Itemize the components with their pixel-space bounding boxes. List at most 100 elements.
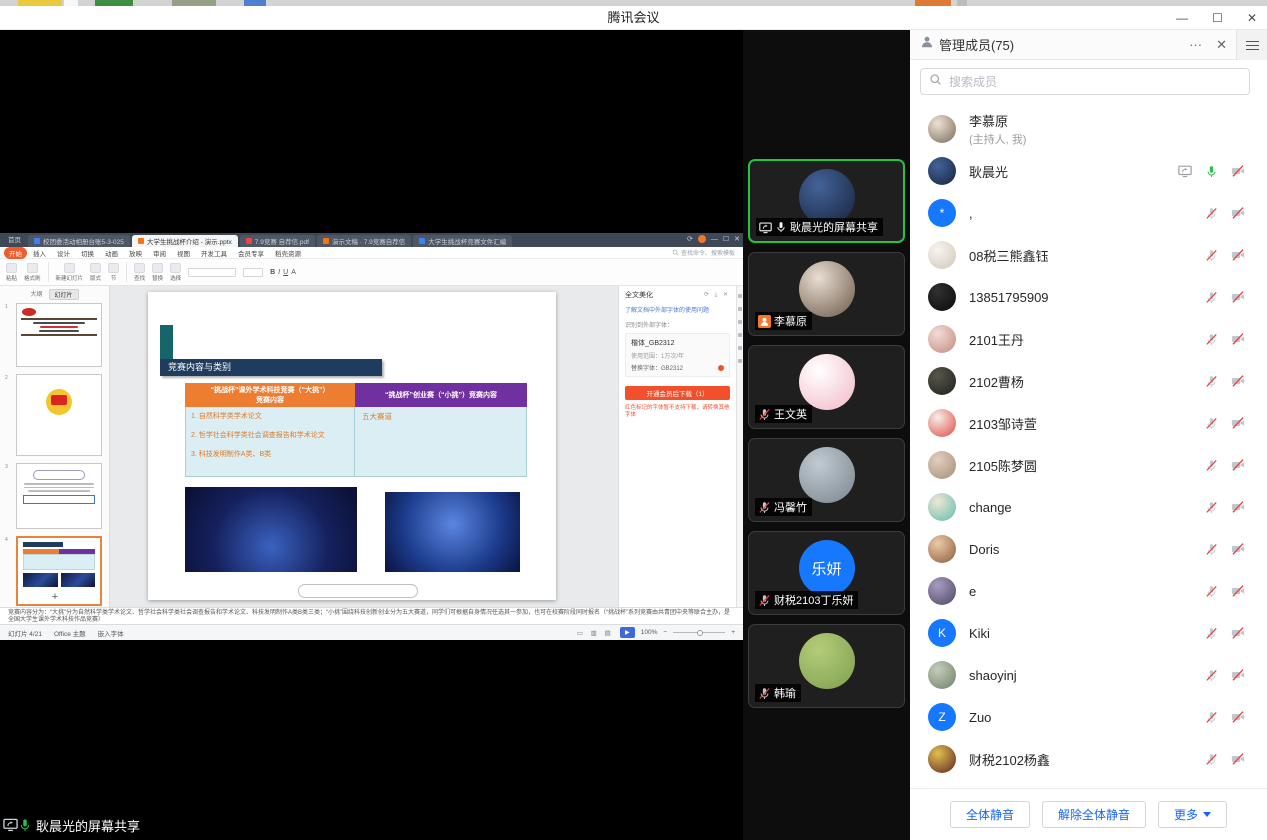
maximize-icon[interactable]: ☐ [1212,12,1223,24]
mic-muted-icon[interactable] [1205,585,1218,598]
member-row[interactable]: *, [910,192,1267,234]
toolbar-group[interactable]: 选择 [170,263,181,282]
mic-muted-icon[interactable] [1205,627,1218,640]
toolbar-group[interactable]: 粘贴 [6,263,17,282]
member-row[interactable]: shaoyinj [910,654,1267,696]
format-button[interactable]: A [291,269,296,276]
wps-doc-tab[interactable]: 校团委活动相册台账5-3-025 [28,235,130,247]
wps-close-icon[interactable]: ✕ [734,235,740,243]
member-row[interactable]: 08税三熊鑫钰 [910,234,1267,276]
search-input[interactable] [947,74,1241,90]
slideshow-play-button[interactable]: ▶ [620,627,635,638]
member-row[interactable]: ZZuo [910,696,1267,738]
mic-on-icon[interactable] [1205,165,1218,178]
wps-home-tab[interactable]: 首页 [3,234,28,247]
mic-muted-icon[interactable] [1205,249,1218,262]
zoom-in-icon[interactable]: + [731,629,735,636]
close-panel-icon[interactable]: ✕ [1216,37,1227,53]
wps-doc-tab[interactable]: 大学生挑战杯竞赛文件汇编 [413,235,512,247]
format-button[interactable]: I [278,269,280,276]
member-row[interactable]: e [910,570,1267,612]
zoom-slider[interactable] [673,632,725,633]
mic-muted-icon[interactable] [1205,417,1218,430]
wps-sync-icon[interactable]: ⟳ [687,235,693,243]
video-tile[interactable]: 乐妍财税2103丁乐妍 [748,531,905,615]
toolbar-group[interactable]: 查找 [134,263,145,282]
toolbar-group[interactable]: 节 [108,263,119,282]
format-button[interactable]: B [270,269,275,276]
wps-menu-item[interactable]: 视图 [172,247,195,259]
mic-muted-icon[interactable] [1205,711,1218,724]
wps-command-search[interactable]: 查找命令、搜索模板 [681,248,735,257]
close-icon[interactable]: ✕ [1247,12,1257,24]
font-size-dropdown[interactable] [243,268,263,277]
video-tile[interactable]: 王文英 [748,345,905,429]
slide-thumbnail[interactable] [16,374,102,456]
camera-muted-icon[interactable] [1231,668,1245,682]
camera-muted-icon[interactable] [1231,710,1245,724]
wps-side-icon-strip[interactable] [736,286,743,607]
mic-muted-icon[interactable] [1205,669,1218,682]
member-row[interactable]: Doris [910,528,1267,570]
mic-muted-icon[interactable] [1205,291,1218,304]
wps-account-avatar[interactable] [698,235,706,243]
speaker-notes-pane[interactable]: 竞赛内容分为：“大挑”分为自然科学类学术论文、哲学社会科学类社会调查报告和学术论… [0,607,743,624]
pane-tab[interactable]: 大纲 [30,289,42,300]
wps-doc-tab[interactable]: 大学生挑战杯介绍 - 演示.pptx [132,235,238,247]
toolbar-group[interactable]: 格式刷 [24,263,41,282]
more-options-icon[interactable]: ··· [1189,37,1202,52]
minimize-icon[interactable]: — [1176,12,1188,24]
camera-muted-icon[interactable] [1231,164,1245,178]
wps-doc-tab[interactable]: 演示文稿 · 7.9竞赛自荐信 [317,235,411,247]
member-list-scrollbar[interactable] [1261,120,1265,760]
wps-menu-item[interactable]: 开始 [4,247,27,259]
panel-menu-button[interactable] [1236,30,1267,60]
camera-muted-icon[interactable] [1231,626,1245,640]
task-pane-header-icons[interactable]: ⟳ ⤓ ✕ [704,291,730,299]
add-slide-button[interactable]: + [0,591,110,603]
mic-muted-icon[interactable] [1205,375,1218,388]
camera-muted-icon[interactable] [1231,458,1245,472]
wps-menu-item[interactable]: 开发工具 [196,247,232,259]
wps-maximize-icon[interactable]: ☐ [723,235,729,243]
mic-muted-icon[interactable] [1205,333,1218,346]
camera-muted-icon[interactable] [1231,752,1245,766]
wps-menu-item[interactable]: 切换 [76,247,99,259]
wps-menu-item[interactable]: 插入 [28,247,51,259]
font-family-dropdown[interactable] [188,268,236,277]
camera-muted-icon[interactable] [1231,542,1245,556]
mute-all-button[interactable]: 全体静音 [950,801,1030,828]
camera-muted-icon[interactable] [1231,584,1245,598]
camera-muted-icon[interactable] [1231,374,1245,388]
wps-menu-item[interactable]: 动画 [100,247,123,259]
toolbar-group[interactable]: 版式 [90,263,101,282]
mic-muted-icon[interactable] [1205,459,1218,472]
wps-menu-item[interactable]: 稻壳资源 [270,247,306,259]
unmute-all-button[interactable]: 解除全体静音 [1042,801,1146,828]
format-button[interactable]: U [283,269,288,276]
slide-thumbnail[interactable] [16,463,102,529]
slide-thumbnail[interactable] [16,303,102,367]
wps-menu-item[interactable]: 设计 [52,247,75,259]
camera-muted-icon[interactable] [1231,500,1245,514]
wps-minimize-icon[interactable]: — [711,236,718,243]
member-row[interactable]: change [910,486,1267,528]
zoom-out-icon[interactable]: − [663,629,667,636]
member-row[interactable]: KKiki [910,612,1267,654]
wps-menu-item[interactable]: 放映 [124,247,147,259]
camera-muted-icon[interactable] [1231,248,1245,262]
task-pane-link[interactable]: 了解文档中外部字体的使用问题 [625,305,730,314]
toolbar-group[interactable]: 新建幻灯片 [56,263,84,282]
member-row[interactable]: 13851795909 [910,276,1267,318]
member-row[interactable]: 2101王丹 [910,318,1267,360]
member-row[interactable]: 财税2102杨鑫 [910,738,1267,780]
wps-menu-item[interactable]: 审阅 [148,247,171,259]
camera-muted-icon[interactable] [1231,206,1245,220]
more-button[interactable]: 更多 [1158,801,1227,828]
member-row[interactable]: 2102曹杨 [910,360,1267,402]
member-row[interactable]: 2103邹诗萱 [910,402,1267,444]
member-download-button[interactable]: 开通会员后下载（1） [625,386,730,400]
video-tile[interactable]: 冯馨竹 [748,438,905,522]
mic-muted-icon[interactable] [1205,501,1218,514]
member-row[interactable]: 耿晨光 [910,150,1267,192]
